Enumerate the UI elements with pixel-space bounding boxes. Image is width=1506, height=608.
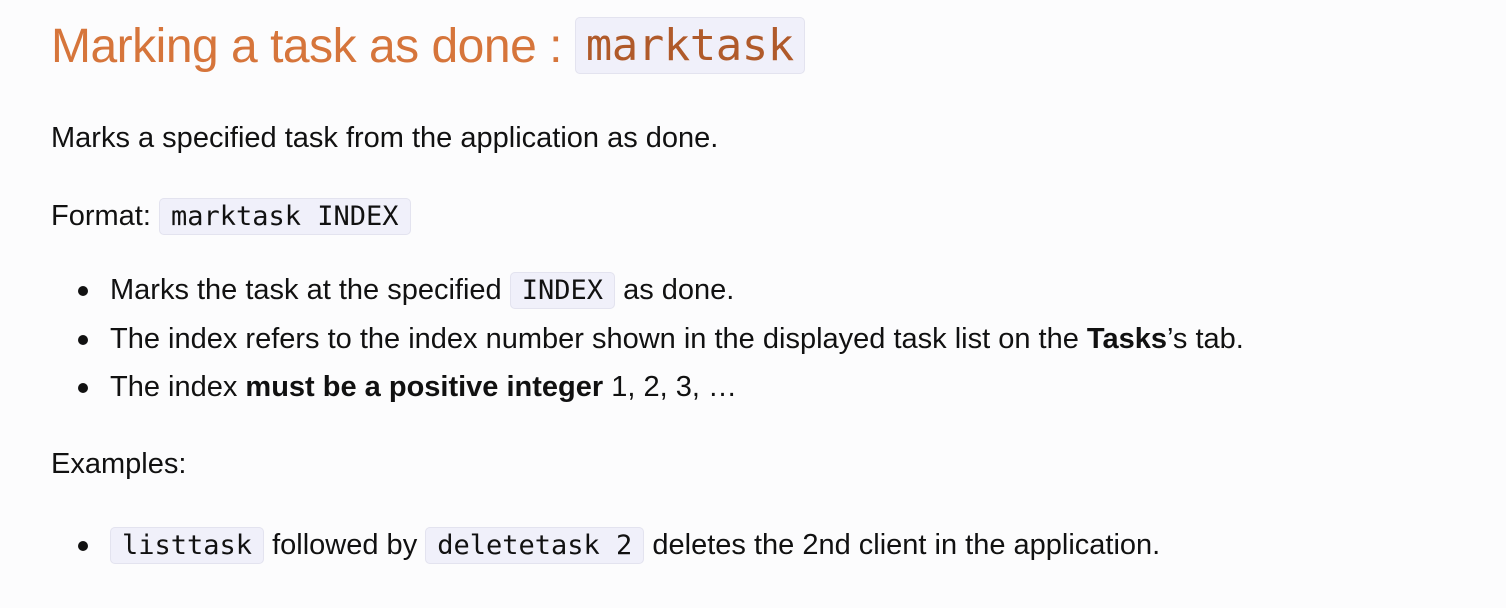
usage-note-positive-integer: The index must be a positive integer 1, … bbox=[51, 363, 1471, 411]
bullet-icon bbox=[78, 383, 88, 393]
usage-note-code: INDEX bbox=[509, 272, 616, 309]
example-item: listtask followed by deletetask 2 delete… bbox=[51, 521, 1471, 570]
usage-note-text: The index bbox=[110, 371, 246, 403]
examples-label: Examples: bbox=[51, 448, 187, 480]
examples-list: listtask followed by deletetask 2 delete… bbox=[51, 521, 1471, 570]
example-text: deletes the 2nd client in the applicatio… bbox=[644, 529, 1161, 561]
example-code-listtask: listtask bbox=[110, 527, 265, 564]
command-description: Marks a specified task from the applicat… bbox=[51, 122, 719, 154]
usage-note-text: 1, 2, 3, … bbox=[603, 371, 737, 403]
usage-note-bold: must be a positive integer bbox=[245, 371, 604, 403]
documentation-section: Marking a task as done : marktask Marks … bbox=[51, 14, 1471, 570]
bullet-icon bbox=[78, 335, 88, 345]
usage-note-bold: Tasks bbox=[1086, 323, 1167, 355]
usage-note-text: Marks the task at the specified bbox=[110, 274, 510, 306]
usage-note-text: ’s tab. bbox=[1166, 323, 1244, 355]
format-code: marktask INDEX bbox=[158, 198, 411, 235]
section-heading: Marking a task as done : marktask bbox=[51, 14, 1471, 81]
format-label: Format: bbox=[51, 200, 159, 232]
usage-note-text: as done. bbox=[615, 274, 735, 306]
heading-text: Marking a task as done : bbox=[51, 20, 575, 73]
example-code-deletetask: deletetask 2 bbox=[425, 527, 645, 564]
usage-note-index-refers: The index refers to the index number sho… bbox=[51, 315, 1471, 363]
example-text: followed by bbox=[264, 529, 426, 561]
usage-notes-list: Marks the task at the specified INDEX as… bbox=[51, 266, 1471, 411]
usage-note-text: The index refers to the index number sho… bbox=[110, 323, 1087, 355]
bullet-icon bbox=[78, 541, 88, 551]
heading-command-code: marktask bbox=[574, 17, 805, 74]
usage-note-index: Marks the task at the specified INDEX as… bbox=[51, 266, 1471, 315]
format-line: Format: marktask INDEX bbox=[51, 196, 1471, 237]
bullet-icon bbox=[78, 286, 88, 296]
